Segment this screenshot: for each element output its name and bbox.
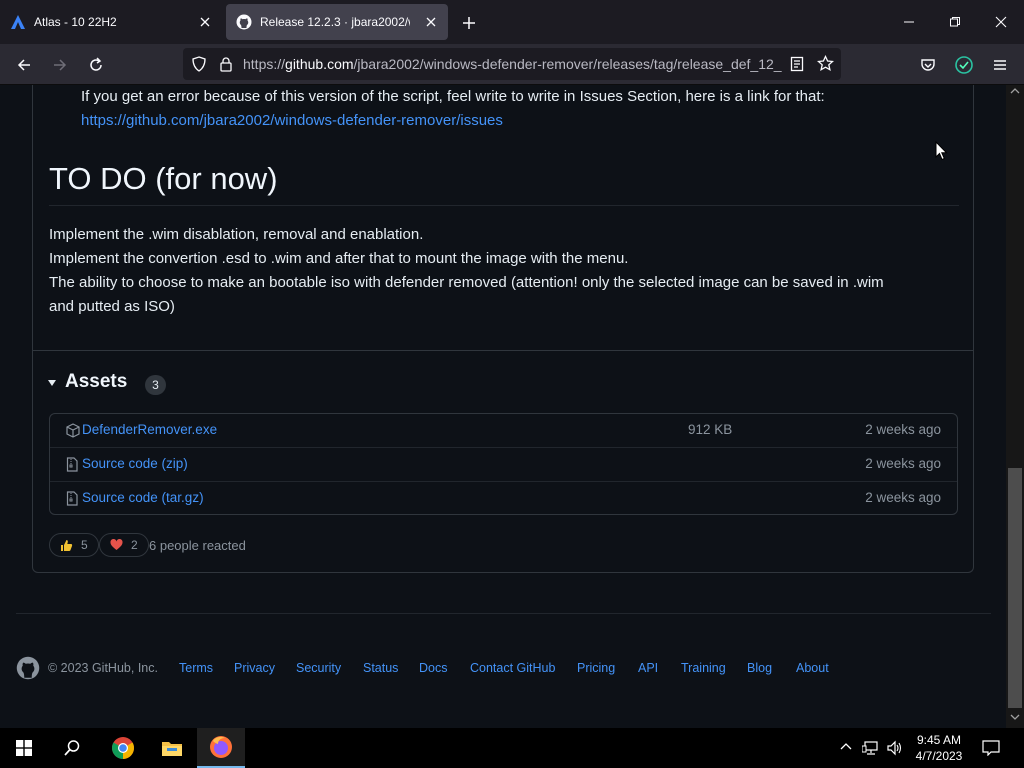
atlas-logo-icon (10, 14, 26, 30)
tab-strip: Atlas - 10 22H2 Release 12.2.3 · jbara20… (0, 0, 1024, 44)
reload-icon[interactable] (84, 53, 108, 77)
footer-link-api[interactable]: API (638, 661, 658, 675)
taskbar-clock[interactable]: 9:45 AM 4/7/2023 (906, 732, 972, 764)
footer-divider (16, 613, 991, 614)
asset-date: 2 weeks ago (865, 422, 941, 437)
network-icon[interactable] (862, 740, 880, 756)
close-window-icon[interactable] (989, 10, 1013, 34)
close-tab-icon[interactable] (196, 13, 214, 31)
clock-date: 4/7/2023 (915, 749, 963, 763)
footer-link-status[interactable]: Status (363, 661, 398, 675)
asset-date: 2 weeks ago (865, 456, 941, 471)
scroll-up-arrow-icon[interactable] (1010, 88, 1020, 94)
reactions-summary: 6 people reacted (149, 538, 246, 553)
page-content: If you get an error because of this vers… (0, 85, 1006, 728)
close-tab-icon[interactable] (422, 13, 440, 31)
heart-reaction-button[interactable]: 2 (99, 533, 149, 557)
asset-row: Source code (tar.gz) 2 weeks ago (50, 481, 957, 514)
section-divider (33, 350, 973, 351)
footer-link-privacy[interactable]: Privacy (234, 661, 275, 675)
file-zip-icon (66, 491, 78, 506)
asset-link[interactable]: DefenderRemover.exe (82, 422, 217, 437)
todo-line: Implement the .wim disablation, removal … (49, 226, 424, 243)
asset-row: DefenderRemover.exe 912 KB 2 weeks ago (50, 414, 957, 447)
lock-icon[interactable] (219, 56, 233, 72)
thumbs-up-icon (60, 539, 73, 552)
footer-link-training[interactable]: Training (681, 661, 726, 675)
reader-view-icon[interactable] (790, 56, 804, 72)
vertical-scrollbar[interactable] (1006, 85, 1024, 728)
tab-title: Atlas - 10 22H2 (34, 15, 117, 29)
triangle-down-icon[interactable] (48, 379, 56, 387)
footer-link-terms[interactable]: Terms (179, 661, 213, 675)
tab-atlas[interactable]: Atlas - 10 22H2 (0, 4, 222, 40)
chevron-up-icon[interactable] (840, 741, 852, 753)
reaction-count: 5 (81, 538, 88, 552)
footer-link-pricing[interactable]: Pricing (577, 661, 615, 675)
scrollbar-thumb[interactable] (1008, 468, 1022, 708)
asset-link[interactable]: Source code (zip) (82, 456, 188, 471)
assets-list: DefenderRemover.exe 912 KB 2 weeks ago S… (49, 413, 958, 515)
scroll-down-arrow-icon[interactable] (1010, 714, 1020, 720)
file-zip-icon (66, 457, 78, 472)
chrome-icon[interactable] (99, 728, 147, 768)
search-icon[interactable] (48, 728, 96, 768)
windows-start-icon[interactable] (0, 728, 48, 768)
asset-link[interactable]: Source code (tar.gz) (82, 490, 204, 505)
todo-line: Implement the convertion .esd to .wim an… (49, 250, 629, 267)
navigation-toolbar: https://github.com/jbara2002/windows-def… (0, 44, 1024, 85)
todo-line: and putted as ISO) (49, 298, 175, 315)
asset-size: 912 KB (688, 422, 733, 437)
todo-line: The ability to choose to make an bootabl… (49, 274, 884, 291)
notification-center-icon[interactable] (982, 740, 1000, 756)
mouse-cursor-icon (935, 141, 948, 161)
taskbar: 9:45 AM 4/7/2023 (0, 728, 1024, 768)
tab-release[interactable]: Release 12.2.3 · jbara2002/windo (226, 4, 448, 40)
thumbs-up-reaction-button[interactable]: 5 (49, 533, 99, 557)
heart-icon (110, 539, 123, 551)
firefox-icon[interactable] (197, 728, 245, 768)
bookmark-star-icon[interactable] (817, 55, 834, 72)
footer-copyright: © 2023 GitHub, Inc. (48, 661, 158, 675)
restore-icon[interactable] (943, 10, 967, 34)
assets-count-badge: 3 (145, 375, 166, 395)
package-icon (66, 423, 80, 438)
tracking-shield-icon[interactable] (191, 56, 207, 72)
minimize-icon[interactable] (897, 10, 921, 34)
assets-heading[interactable]: Assets (65, 371, 127, 393)
pocket-icon[interactable] (916, 53, 940, 77)
clock-time: 9:45 AM (916, 733, 962, 747)
file-explorer-icon[interactable] (148, 728, 196, 768)
issues-link[interactable]: https://github.com/jbara2002/windows-def… (81, 109, 503, 133)
new-tab-icon[interactable] (458, 12, 480, 34)
error-note: If you get an error because of this vers… (81, 88, 825, 105)
forward-icon[interactable] (48, 53, 72, 77)
url-text: https://github.com/jbara2002/windows-def… (243, 56, 782, 72)
menu-icon[interactable] (988, 53, 1012, 77)
url-bar[interactable]: https://github.com/jbara2002/windows-def… (183, 48, 841, 80)
extension-check-icon[interactable] (952, 53, 976, 77)
footer-link-security[interactable]: Security (296, 661, 341, 675)
volume-icon[interactable] (886, 740, 904, 756)
todo-heading: TO DO (for now) (49, 161, 278, 196)
back-icon[interactable] (12, 53, 36, 77)
asset-row: Source code (zip) 2 weeks ago (50, 447, 957, 480)
asset-date: 2 weeks ago (865, 490, 941, 505)
footer-link-about[interactable]: About (796, 661, 829, 675)
heading-divider (49, 205, 959, 206)
footer-link-contact[interactable]: Contact GitHub (470, 661, 555, 675)
github-logo-icon[interactable] (16, 656, 40, 680)
footer-link-blog[interactable]: Blog (747, 661, 772, 675)
reaction-count: 2 (131, 538, 138, 552)
tab-title: Release 12.2.3 · jbara2002/windo (260, 15, 410, 29)
github-icon (236, 14, 252, 30)
footer-link-docs[interactable]: Docs (419, 661, 447, 675)
